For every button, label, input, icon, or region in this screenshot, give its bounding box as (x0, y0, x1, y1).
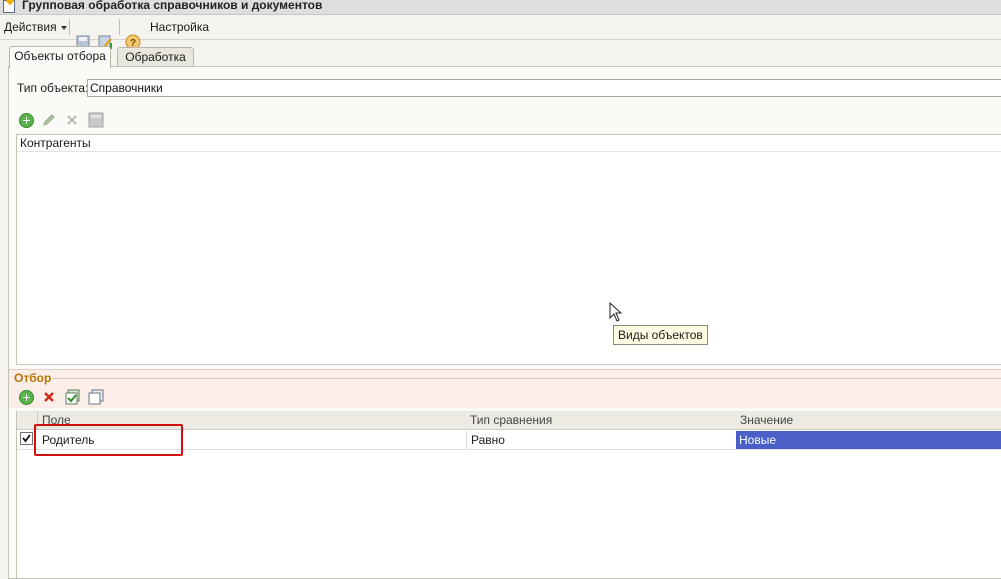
uncheck-all-icon[interactable] (88, 389, 104, 405)
filter-header (9, 369, 1001, 408)
column-header-comparison[interactable]: Тип сравнения (466, 411, 737, 430)
app-icon (3, 0, 15, 13)
actions-label: Действия (4, 20, 57, 34)
object-type-label: Тип объекта: (17, 81, 89, 95)
delete-filter-icon[interactable] (42, 390, 56, 404)
delete-icon[interactable] (65, 113, 79, 127)
add-icon[interactable] (19, 113, 34, 128)
highlight-annotation (34, 424, 183, 456)
add-filter-icon[interactable] (19, 390, 34, 405)
actions-menu-button[interactable]: Действия (4, 20, 67, 34)
checkmark-icon (22, 434, 31, 443)
window-title: Групповая обработка справочников и докум… (22, 0, 323, 12)
chevron-down-icon (60, 25, 67, 30)
toolbar-divider (69, 19, 70, 35)
filter-section-label: Отбор (14, 371, 52, 385)
filter-comparison-cell[interactable]: Равно (466, 431, 735, 449)
toolbar-divider (119, 19, 120, 35)
settings-button[interactable]: Настройка (150, 20, 209, 34)
tab-processing[interactable]: Обработка (117, 47, 194, 67)
mouse-cursor-icon (609, 302, 623, 322)
edit-icon[interactable] (42, 113, 56, 127)
list-item-label: Контрагенты (20, 136, 91, 150)
main-toolbar: Действия ? Настройка (0, 15, 1001, 50)
filter-value-cell[interactable]: Новые (736, 431, 1001, 449)
check-all-icon[interactable] (65, 389, 81, 405)
tab-selection-objects[interactable]: Объекты отбора (9, 46, 111, 68)
column-header-value[interactable]: Значение (736, 411, 1001, 430)
list-settings-icon[interactable] (88, 112, 104, 128)
objects-list[interactable] (16, 134, 1001, 365)
tooltip: Виды объектов (613, 325, 708, 345)
list-item[interactable]: Контрагенты (17, 135, 1001, 152)
window-titlebar: Групповая обработка справочников и докум… (0, 0, 1001, 15)
row-checkbox[interactable] (20, 432, 33, 445)
object-type-field[interactable]: Справочники (87, 79, 1001, 97)
filter-divider (52, 378, 1001, 379)
